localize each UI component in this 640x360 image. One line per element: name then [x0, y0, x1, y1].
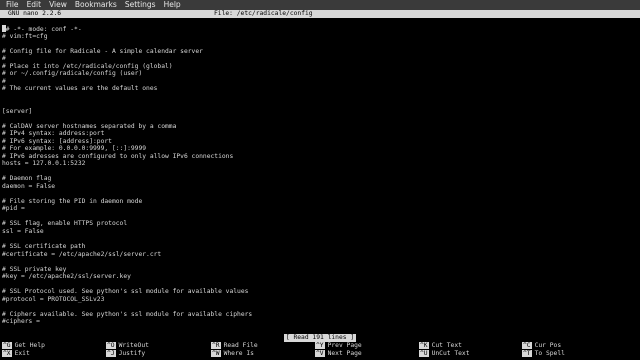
shortcut-label: Cur Pos: [534, 342, 562, 349]
shortcut-label: Next Page: [327, 350, 362, 357]
shortcut-prev-page[interactable]: ^Y Prev Page: [315, 342, 362, 350]
shortcut-key: ^X: [2, 350, 12, 357]
editor-line: #: [2, 55, 6, 63]
editor-line: # File storing the PID in daemon mode: [2, 197, 143, 205]
editor-line: # -*- mode: conf -*-: [2, 25, 640, 33]
editor-line: #pid =: [2, 205, 25, 213]
editor-line: # SSL flag, enable HTTPS protocol: [2, 220, 128, 228]
editor-text-area[interactable]: # -*- mode: conf -*- # vim:ft=cfg # Conf…: [0, 25, 640, 326]
editor-line: # Place it into /etc/radicale/config (gl…: [2, 62, 173, 70]
editor-line: # vim:ft=cfg: [2, 32, 48, 40]
shortcut-key: ^Y: [315, 342, 325, 349]
editor-line: #certificate = /etc/apache2/ssl/server.c…: [2, 250, 162, 258]
shortcut-cut-text[interactable]: ^K Cut Text: [419, 342, 462, 350]
editor-line: # IPv4 syntax: address:port: [2, 130, 105, 138]
shortcut-key: ^K: [419, 342, 429, 349]
shortcut-label: Justify: [118, 350, 146, 357]
shortcut-key: ^U: [419, 350, 429, 357]
status-message: [ Read 191 lines ]: [283, 334, 357, 342]
shortcut-bar: ^G Get Help ^O WriteOut ^R Read File ^Y Prev…: [0, 342, 640, 358]
shortcut-writeout[interactable]: ^O WriteOut: [106, 342, 149, 350]
line-text: # -*- mode: conf -*-: [5, 26, 82, 34]
editor-line: # CalDAV server hostnames separated by a…: [2, 122, 177, 130]
shortcut-label: UnCut Text: [431, 350, 470, 357]
shortcut-key: ^J: [106, 350, 116, 357]
shortcut-key: ^T: [522, 350, 532, 357]
editor-line: # or ~/.config/radicale/config (user): [2, 70, 143, 78]
menu-bookmarks[interactable]: Bookmarks: [71, 0, 121, 10]
editor-line: # SSL certificate path: [2, 242, 86, 250]
editor-line: # IPv6 adresses are configured to only a…: [2, 152, 234, 160]
editor-line: #ciphers =: [2, 318, 40, 326]
shortcut-exit[interactable]: ^X Exit: [2, 350, 30, 358]
menu-bar: File Edit View Bookmarks Settings Help: [0, 0, 640, 10]
shortcut-label: Exit: [14, 350, 30, 357]
terminal-area[interactable]: GNU nano 2.2.6 File: /etc/radicale/confi…: [0, 10, 640, 360]
menu-help[interactable]: Help: [160, 0, 185, 10]
shortcut-key: ^W: [211, 350, 221, 357]
editor-line: # Ciphers available. See python's ssl mo…: [2, 310, 253, 318]
editor-line: #protocol = PROTOCOL_SSLv23: [2, 295, 105, 303]
shortcut-next-page[interactable]: ^V Next Page: [315, 350, 362, 358]
shortcut-label: Cut Text: [431, 342, 462, 349]
shortcut-key: ^V: [315, 350, 325, 357]
shortcut-get-help[interactable]: ^G Get Help: [2, 342, 45, 350]
editor-line: ssl = False: [2, 227, 44, 235]
editor-line: # IPv6 syntax: [address]:port: [2, 137, 112, 145]
shortcut-label: Read File: [223, 342, 258, 349]
title-spacer: [0, 18, 640, 26]
shortcut-key: ^O: [106, 342, 116, 349]
menu-file[interactable]: File: [0, 0, 23, 10]
nano-title-bar: GNU nano 2.2.6 File: /etc/radicale/confi…: [0, 10, 640, 18]
shortcut-label: Where Is: [223, 350, 254, 357]
shortcut-uncut-text[interactable]: ^U UnCut Text: [419, 350, 470, 358]
shortcut-label: WriteOut: [118, 342, 149, 349]
editor-line: # Daemon flag: [2, 175, 52, 183]
nano-version: GNU nano 2.2.6: [8, 10, 62, 17]
shortcut-label: To Spell: [534, 350, 565, 357]
status-line: [ Read 191 lines ]: [0, 334, 640, 342]
editor-line: # For example: 0.0.0.0:9999, [::]:9999: [2, 145, 147, 153]
shortcut-key: ^R: [211, 342, 221, 349]
menu-edit[interactable]: Edit: [23, 0, 46, 10]
editor-line: # The current values are the default one…: [2, 85, 158, 93]
shortcut-where-is[interactable]: ^W Where Is: [211, 350, 254, 358]
editor-line: # SSL private key: [2, 265, 67, 273]
shortcut-label: Get Help: [14, 342, 45, 349]
file-title: File: /etc/radicale/config: [214, 10, 313, 17]
shortcut-label: Prev Page: [327, 342, 362, 349]
editor-line: # SSL Protocol used. See python's ssl mo…: [2, 288, 249, 296]
shortcut-cur-pos[interactable]: ^C Cur Pos: [522, 342, 561, 350]
menu-settings[interactable]: Settings: [121, 0, 160, 10]
shortcut-to-spell[interactable]: ^T To Spell: [522, 350, 565, 358]
shortcut-key: ^C: [522, 342, 532, 349]
editor-line: hosts = 127.0.0.1:5232: [2, 160, 86, 168]
shortcut-read-file[interactable]: ^R Read File: [211, 342, 258, 350]
menu-view[interactable]: View: [45, 0, 71, 10]
editor-line: #key = /etc/apache2/ssl/server.key: [2, 273, 131, 281]
editor-line: [server]: [2, 107, 33, 115]
editor-line: #: [2, 77, 6, 85]
shortcut-key: ^G: [2, 342, 12, 349]
shortcut-justify[interactable]: ^J Justify: [106, 350, 145, 358]
editor-line: daemon = False: [2, 182, 56, 190]
editor-line: # Config file for Radicale - A simple ca…: [2, 47, 203, 55]
